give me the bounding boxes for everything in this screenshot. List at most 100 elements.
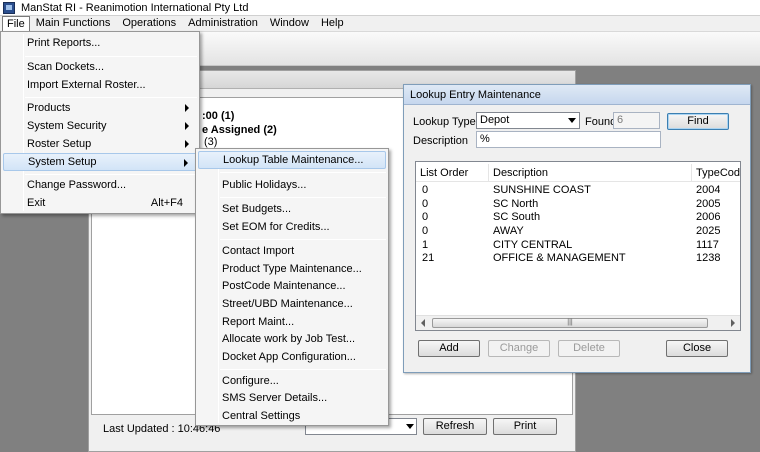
menu-operations[interactable]: Operations — [116, 16, 182, 31]
system-setup-submenu: Lookup Table Maintenance... Public Holid… — [195, 148, 389, 426]
status-line-1: :00 (1) — [202, 110, 235, 122]
menu-item-change-password[interactable]: Change Password... — [3, 176, 197, 194]
list-header: List Order Description TypeCod — [416, 164, 740, 182]
scrollbar-thumb[interactable]: ||| — [432, 318, 708, 328]
row-code: 2004 — [696, 184, 721, 196]
menu-main-functions[interactable]: Main Functions — [30, 16, 117, 31]
list-row[interactable]: 0 SUNSHINE COAST 2004 — [416, 184, 740, 198]
lookup-type-label: Lookup Type — [413, 116, 476, 128]
dialog-title: Lookup Entry Maintenance — [404, 85, 750, 105]
menu-item-label: PostCode Maintenance... — [222, 280, 346, 292]
menu-item-label: Public Holidays... — [222, 179, 307, 191]
row-code: 1117 — [696, 238, 719, 251]
menu-window[interactable]: Window — [264, 16, 315, 31]
menu-item-label: Exit — [27, 197, 46, 209]
menu-item-label: Scan Dockets... — [27, 61, 105, 73]
row-order: 21 — [422, 252, 435, 265]
menu-item-product-type-maintenance[interactable]: Product Type Maintenance... — [198, 260, 386, 278]
menu-item-system-security[interactable]: System Security — [3, 117, 197, 135]
list-row[interactable]: 0 AWAY 2025 — [416, 225, 740, 239]
menu-separator — [25, 56, 197, 57]
list-row[interactable]: 21 OFFICE & MANAGEMENT 1238 — [416, 252, 740, 266]
find-button[interactable]: Find — [667, 113, 729, 130]
lookup-entry-dialog: Lookup Entry Maintenance Lookup Type Dep… — [403, 84, 751, 373]
lookup-list[interactable]: List Order Description TypeCod 0 SUNSHIN… — [415, 161, 741, 331]
row-order: 0 — [422, 211, 429, 224]
delete-button[interactable]: Delete — [558, 340, 620, 357]
menu-item-label: Docket App Configuration... — [222, 351, 356, 363]
row-order: 0 — [422, 197, 429, 210]
row-description: SC North — [493, 197, 539, 210]
column-header-description[interactable]: Description — [489, 164, 692, 182]
menu-item-sms-server-details[interactable]: SMS Server Details... — [198, 389, 386, 407]
row-order: 0 — [422, 225, 429, 238]
row-description: OFFICE & MANAGEMENT — [493, 252, 626, 265]
submenu-arrow-icon — [185, 122, 189, 130]
menu-administration[interactable]: Administration — [182, 16, 264, 31]
close-button[interactable]: Close — [666, 340, 728, 357]
menu-item-system-setup[interactable]: System Setup — [3, 153, 197, 171]
menu-item-configure[interactable]: Configure... — [198, 372, 386, 390]
lookup-type-select[interactable]: Depot — [476, 112, 580, 129]
row-code: 2005 — [696, 197, 721, 210]
menu-item-label: Street/UBD Maintenance... — [222, 298, 353, 310]
title-bar: ManStat RI - Reanimotion International P… — [0, 0, 760, 16]
menu-separator — [25, 97, 197, 98]
menu-item-set-budgets[interactable]: Set Budgets... — [198, 200, 386, 218]
menu-item-postcode-maintenance[interactable]: PostCode Maintenance... — [198, 277, 386, 295]
status-line-2: e Assigned (2) — [202, 124, 277, 136]
menu-item-label: Allocate work by Job Test... — [222, 333, 356, 345]
add-button[interactable]: Add — [418, 340, 480, 357]
row-description: SC South — [493, 211, 541, 224]
menu-file[interactable]: File — [2, 16, 30, 31]
menu-item-label: Roster Setup — [27, 138, 92, 150]
menu-item-report-maint[interactable]: Report Maint... — [198, 313, 386, 331]
menu-item-label: Print Reports... — [27, 37, 101, 49]
found-count-field: 6 — [613, 112, 660, 129]
menu-item-label: Contact Import — [222, 245, 295, 257]
menu-item-set-eom-credits[interactable]: Set EOM for Credits... — [198, 218, 386, 236]
list-row[interactable]: 1 CITY CENTRAL 1117 — [416, 238, 740, 253]
menu-separator — [220, 369, 386, 370]
menu-item-print-reports[interactable]: Print Reports... — [3, 34, 197, 52]
menu-help[interactable]: Help — [315, 16, 350, 31]
menu-separator — [220, 172, 386, 173]
lookup-type-value: Depot — [480, 114, 510, 126]
menu-item-street-ubd-maintenance[interactable]: Street/UBD Maintenance... — [198, 295, 386, 313]
description-field[interactable]: % — [476, 131, 661, 148]
list-row[interactable]: 0 SC North 2005 — [416, 197, 740, 212]
menu-item-label: Import External Roster... — [27, 79, 146, 91]
app-icon — [3, 1, 15, 14]
row-description: CITY CENTRAL — [493, 238, 573, 251]
menu-item-label: Products — [27, 102, 71, 114]
row-code: 1238 — [696, 252, 721, 265]
menu-item-label: Lookup Table Maintenance... — [223, 154, 364, 166]
menu-item-contact-import[interactable]: Contact Import — [198, 242, 386, 260]
list-row[interactable]: 0 SC South 2006 — [416, 211, 740, 225]
horizontal-scrollbar[interactable]: ||| — [416, 315, 740, 330]
menu-item-docket-app-configuration[interactable]: Docket App Configuration... — [198, 348, 386, 366]
menu-item-allocate-work-by-job-test[interactable]: Allocate work by Job Test... — [198, 330, 386, 348]
menu-item-exit[interactable]: Exit Alt+F4 — [3, 194, 197, 212]
row-order: 1 — [422, 238, 429, 251]
menu-item-label: System Setup — [28, 156, 97, 168]
refresh-button[interactable]: Refresh — [423, 418, 487, 435]
menu-item-products[interactable]: Products — [3, 99, 197, 117]
menu-item-lookup-table-maintenance[interactable]: Lookup Table Maintenance... — [198, 151, 386, 169]
row-code: 2025 — [696, 225, 721, 238]
description-label: Description — [413, 135, 469, 147]
menu-item-label: Central Settings — [222, 410, 301, 422]
column-header-typecode[interactable]: TypeCod — [692, 164, 740, 182]
change-button[interactable]: Change — [488, 340, 550, 357]
scroll-right-icon[interactable] — [731, 319, 735, 327]
print-button[interactable]: Print — [493, 418, 557, 435]
scroll-left-icon[interactable] — [421, 319, 425, 327]
menu-item-scan-dockets[interactable]: Scan Dockets... — [3, 58, 197, 76]
menu-item-public-holidays[interactable]: Public Holidays... — [198, 176, 386, 194]
column-header-list-order[interactable]: List Order — [416, 164, 489, 182]
row-order: 0 — [422, 184, 429, 196]
menu-item-roster-setup[interactable]: Roster Setup — [3, 135, 197, 153]
menu-item-central-settings[interactable]: Central Settings — [198, 407, 386, 425]
row-description: AWAY — [493, 225, 524, 238]
menu-item-import-external-roster[interactable]: Import External Roster... — [3, 76, 197, 94]
